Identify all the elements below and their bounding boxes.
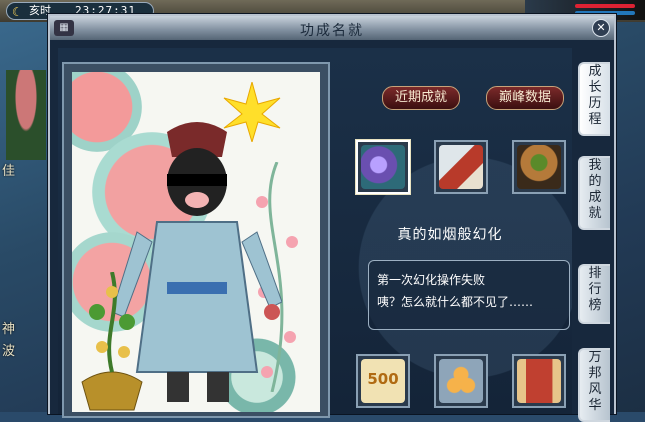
tab-char: 万 <box>588 350 602 365</box>
tab-char: 程 <box>588 112 602 127</box>
moon-icon: ☾ <box>12 5 23 19</box>
coin-500-label: 500 <box>367 370 399 388</box>
description-line-2: 咦？怎么就什么都不见了…… <box>377 295 534 309</box>
tab-char: 邦 <box>588 366 602 381</box>
tab-char: 的 <box>588 174 602 189</box>
money-tree-pot <box>81 272 143 411</box>
achievement-description-box: 第一次幻化操作失败 咦？怎么就什么都不见了…… <box>368 260 570 330</box>
character-portrait <box>72 72 320 412</box>
scene-text-3: 波 <box>2 344 16 359</box>
orange-beads-icon <box>439 359 483 403</box>
scene-text-2: 神 <box>2 322 16 337</box>
tab-char: 长 <box>588 80 602 95</box>
tab-char: 成 <box>588 190 602 205</box>
scene-text-1: 佳 <box>2 164 16 179</box>
close-button[interactable]: ✕ <box>592 19 610 37</box>
item-slot-orange-beads[interactable] <box>434 354 488 408</box>
half-price-tag-icon <box>439 145 483 189</box>
tab-char: 我 <box>588 158 602 173</box>
window-title: 功成名就 <box>300 23 364 39</box>
tab-my-achievements[interactable]: 我 的 成 就 <box>578 156 610 230</box>
window-titlebar[interactable]: ▦ 功成名就 ✕ <box>50 16 614 40</box>
recent-achievements-button[interactable]: 近期成就 <box>382 86 461 110</box>
window-content: 近期成就 巅峰数据 真的如烟般幻化 第一次幻化操作失败 咦？怎么就什么都不见了…… <box>58 48 572 418</box>
portrait-frame <box>62 62 330 418</box>
item-slot-seed-pot[interactable] <box>512 140 566 194</box>
item-slot-purple-crystal[interactable] <box>356 140 410 194</box>
item-slot-half-price[interactable] <box>434 140 488 194</box>
seed-pot-icon <box>517 145 561 189</box>
tab-nations-glory[interactable]: 万 邦 风 华 <box>578 348 610 422</box>
item-slot-scroll[interactable] <box>512 354 566 408</box>
peak-data-button[interactable]: 巅峰数据 <box>486 86 565 110</box>
scroll-icon <box>517 359 561 403</box>
tab-char: 榜 <box>588 298 602 313</box>
tab-char: 就 <box>588 206 602 221</box>
tab-char: 历 <box>588 96 602 111</box>
tab-char: 排 <box>588 266 602 281</box>
achievement-title: 真的如烟般幻化 <box>397 227 503 243</box>
tab-char: 行 <box>588 282 602 297</box>
tab-leaderboard[interactable]: 排 行 榜 <box>578 264 610 324</box>
item-slot-coin-500[interactable]: 500 <box>356 354 410 408</box>
description-line-1: 第一次幻化操作失败 <box>377 273 486 287</box>
purple-crystal-icon <box>361 145 405 189</box>
tab-growth-history[interactable]: 成 长 历 程 <box>578 62 610 136</box>
tab-char: 风 <box>588 382 602 397</box>
achievement-window: ▦ 功成名就 ✕ 近期成就 巅峰数据 真的如烟般幻化 第一次幻化操作失败 咦？怎… <box>48 14 616 422</box>
player-character[interactable] <box>6 70 46 160</box>
hp-bar <box>575 4 635 8</box>
tab-char: 成 <box>588 64 602 79</box>
